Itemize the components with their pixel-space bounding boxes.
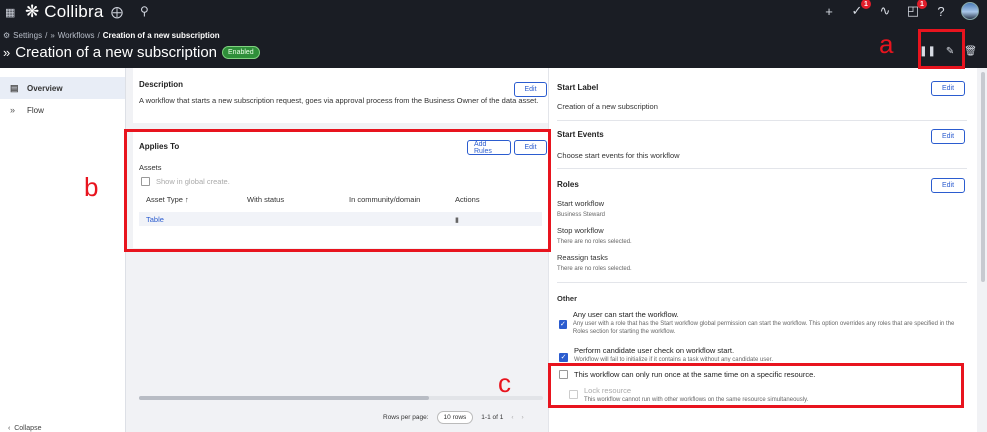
notifications-badge: 1 <box>917 0 927 9</box>
option-any-user: ✓ Any user can start the workflow. Any u… <box>559 310 959 336</box>
breadcrumb-workflows[interactable]: Workflows <box>58 31 95 40</box>
page-title: Creation of a new subscription <box>15 44 218 61</box>
activity-icon[interactable]: ∿ <box>877 2 893 20</box>
start-events-edit-button[interactable]: Edit <box>931 129 965 144</box>
start-label-edit-button[interactable]: Edit <box>931 81 965 96</box>
start-workflow-value: Business Steward <box>557 212 606 218</box>
collapse-label: Collapse <box>14 425 42 432</box>
notifications-icon[interactable]: ◰ 1 <box>905 0 927 20</box>
collibra-logo[interactable]: ❋ Collibra <box>25 2 103 22</box>
search-icon[interactable]: ⚲ <box>140 4 149 18</box>
reassign-tasks-value: There are no roles selected. <box>557 266 632 272</box>
option-title: Perform candidate user check on workflow… <box>574 346 735 355</box>
annotation-label-a: a <box>879 29 894 59</box>
collibra-logo-icon: ❋ <box>25 2 40 21</box>
description-heading: Description <box>139 80 184 89</box>
roles-heading: Roles <box>557 180 579 189</box>
sidebar: ▤ Overview » Flow ‹ Collapse <box>0 68 126 432</box>
description-edit-button[interactable]: Edit <box>514 82 547 97</box>
stop-workflow-value: There are no roles selected. <box>557 239 632 245</box>
document-icon: ▤ <box>10 82 19 93</box>
sidebar-item-overview[interactable]: ▤ Overview <box>0 77 125 99</box>
sidebar-item-label: Flow <box>27 105 44 115</box>
collapse-button[interactable]: ‹ Collapse <box>8 425 41 432</box>
option-title: Any user can start the workflow. <box>572 310 679 319</box>
option-candidate-check: ✓ Perform candidate user check on workfl… <box>559 346 959 362</box>
pagination: Rows per page: 10 rows 1-1 of 1 ‹ › <box>383 411 524 424</box>
app-name: Collibra <box>44 2 104 21</box>
tasks-icon[interactable]: ✓ 1 <box>849 0 871 20</box>
status-badge: Enabled <box>222 46 260 59</box>
sidebar-item-label: Overview <box>27 83 63 93</box>
settings-gear-icon: ⚙ <box>3 31 11 40</box>
pagination-range: 1-1 of 1 <box>481 414 504 421</box>
prev-page-icon[interactable]: ‹ <box>511 414 513 421</box>
next-page-icon[interactable]: › <box>522 414 524 421</box>
annotation-label-c: c <box>498 368 511 398</box>
start-label-heading: Start Label <box>557 83 599 92</box>
sidebar-item-flow[interactable]: » Flow <box>0 99 125 121</box>
workflows-icon: » <box>50 31 55 40</box>
vertical-scrollbar[interactable] <box>979 68 987 432</box>
divider <box>557 282 967 283</box>
help-icon[interactable]: ? <box>933 2 949 20</box>
description-text: A workflow that starts a new subscriptio… <box>139 96 539 105</box>
delete-icon[interactable]: 🗑 <box>964 46 977 57</box>
vertical-scroll-thumb[interactable] <box>981 72 985 282</box>
breadcrumb-current: Creation of a new subscription <box>102 31 220 40</box>
page-header: » Creation of a new subscription Enabled <box>3 44 260 61</box>
top-bar: ▦ ❋ Collibra ⨁ ⚲ + ✓ 1 ∿ ◰ 1 ? <box>0 0 987 24</box>
annotation-label-b: b <box>84 172 99 202</box>
description-card: Description Edit A workflow that starts … <box>133 68 548 123</box>
any-user-checkbox[interactable]: ✓ <box>559 320 567 329</box>
start-events-heading: Start Events <box>557 130 604 139</box>
divider <box>557 120 967 121</box>
rows-per-page-label: Rows per page: <box>383 414 429 421</box>
annotation-box-a <box>918 29 965 69</box>
start-workflow-label: Start workflow <box>557 199 605 208</box>
divider <box>557 168 967 169</box>
other-heading: Other <box>557 294 578 303</box>
tasks-badge: 1 <box>861 0 871 9</box>
avatar[interactable] <box>961 2 979 20</box>
reassign-tasks-label: Reassign tasks <box>557 253 608 262</box>
breadcrumb-separator: / <box>45 31 48 40</box>
annotation-box-b <box>124 129 551 252</box>
roles-edit-button[interactable]: Edit <box>931 178 965 193</box>
breadcrumb-separator: / <box>97 31 100 40</box>
breadcrumb-settings[interactable]: Settings <box>13 31 42 40</box>
annotation-box-c <box>548 363 964 408</box>
breadcrumb: ⚙ Settings / » Workflows / Creation of a… <box>3 31 220 40</box>
plus-icon[interactable]: + <box>821 2 837 20</box>
flow-icon: » <box>10 105 16 115</box>
app-grid-icon[interactable]: ▦ <box>5 6 17 19</box>
start-label-value: Creation of a new subscription <box>557 102 658 111</box>
stop-workflow-label: Stop workflow <box>557 226 604 235</box>
rows-per-page-select[interactable]: 10 rows <box>436 411 474 424</box>
start-events-value: Choose start events for this workflow <box>557 151 680 160</box>
workflow-icon: » <box>3 45 11 60</box>
candidate-check-checkbox[interactable]: ✓ <box>559 353 568 362</box>
option-description: Any user with a role that has the Start … <box>572 321 955 335</box>
horizontal-scroll-thumb[interactable] <box>139 396 429 400</box>
horizontal-scrollbar[interactable] <box>139 396 543 400</box>
option-description: Workflow will fail to initialize if it c… <box>574 357 773 362</box>
compass-icon[interactable]: ⨁ <box>111 5 123 19</box>
